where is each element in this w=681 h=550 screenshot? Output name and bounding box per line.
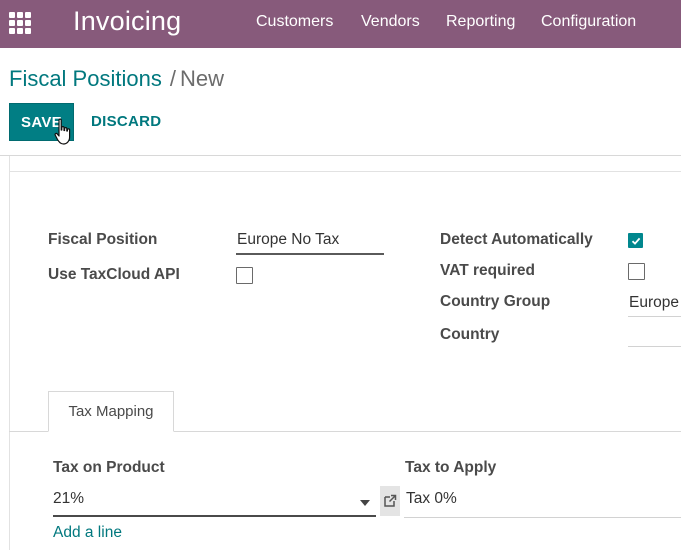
fiscal-position-input[interactable]: Europe No Tax — [237, 231, 339, 249]
add-a-line-link[interactable]: Add a line — [53, 524, 122, 542]
country-label: Country — [440, 326, 500, 343]
main-navbar: Invoicing Customers Vendors Reporting Co… — [0, 0, 681, 48]
fiscal-position-underline — [236, 253, 384, 255]
tax-on-product-underline — [53, 515, 376, 517]
nav-item-vendors[interactable]: Vendors — [361, 13, 420, 31]
column-header-tax-on-product[interactable]: Tax on Product — [53, 459, 165, 477]
column-header-tax-to-apply[interactable]: Tax to Apply — [405, 459, 496, 477]
tax-to-apply-input[interactable]: Tax 0% — [406, 490, 457, 508]
vat-required-label: VAT required — [440, 262, 536, 279]
hand-pointer-icon — [54, 118, 71, 145]
checkmark-icon — [631, 237, 641, 245]
use-taxcloud-checkbox[interactable] — [236, 267, 253, 284]
detect-automatically-checkbox[interactable] — [628, 233, 643, 248]
breadcrumb: Fiscal Positions / New — [9, 66, 224, 92]
country-group-input[interactable]: Europe — [629, 294, 679, 312]
discard-button[interactable]: DISCARD — [91, 113, 161, 130]
use-taxcloud-label: Use TaxCloud API — [48, 266, 180, 283]
grid-apps-icon[interactable] — [9, 12, 31, 34]
nav-item-reporting[interactable]: Reporting — [446, 13, 515, 31]
external-link-icon — [384, 494, 397, 507]
caret-down-icon[interactable] — [360, 500, 370, 506]
breadcrumb-separator: / — [169, 66, 176, 91]
breadcrumb-parent-link[interactable]: Fiscal Positions — [9, 66, 162, 91]
detect-automatically-label: Detect Automatically — [440, 231, 593, 248]
country-group-label: Country Group — [440, 293, 551, 310]
country-input[interactable] — [629, 326, 681, 344]
tab-tax-mapping[interactable]: Tax Mapping — [48, 391, 174, 432]
app-title[interactable]: Invoicing — [73, 6, 181, 37]
breadcrumb-current: New — [179, 66, 224, 91]
nav-item-configuration[interactable]: Configuration — [541, 13, 636, 31]
country-underline — [628, 346, 681, 347]
nav-item-customers[interactable]: Customers — [256, 13, 333, 31]
tax-on-product-input[interactable]: 21% — [53, 490, 84, 508]
sheet-left-border — [9, 156, 10, 550]
vat-required-checkbox[interactable] — [628, 263, 645, 280]
tax-to-apply-underline — [404, 517, 681, 518]
country-group-underline — [628, 316, 681, 317]
control-panel-divider — [0, 155, 681, 156]
fiscal-position-label: Fiscal Position — [48, 231, 158, 248]
external-link-button[interactable] — [380, 486, 400, 516]
sheet-top-border — [9, 171, 681, 172]
